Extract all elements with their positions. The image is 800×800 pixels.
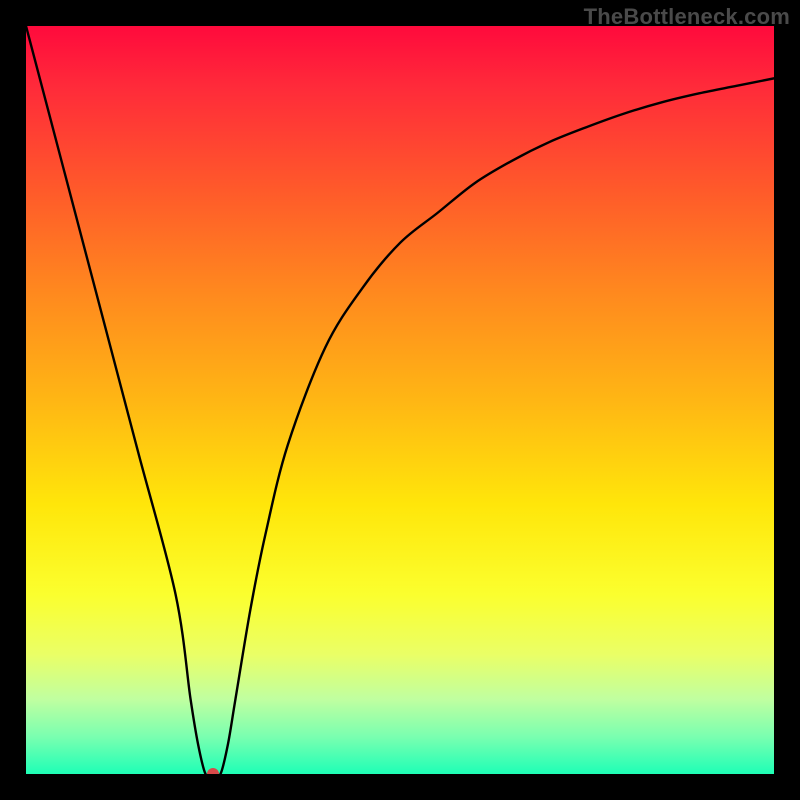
chart-frame: TheBottleneck.com: [0, 0, 800, 800]
bottleneck-curve: [26, 26, 774, 774]
watermark-text: TheBottleneck.com: [584, 4, 790, 30]
plot-area: [26, 26, 774, 774]
